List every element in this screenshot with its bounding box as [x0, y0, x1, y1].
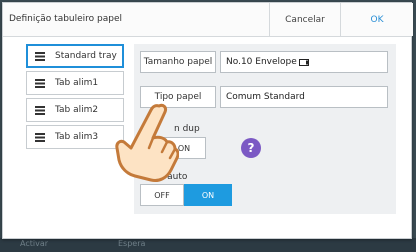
paper-size-field[interactable]: No.10 Envelope — [220, 51, 388, 73]
tray-icon — [35, 52, 45, 61]
background-text: Activar — [20, 239, 49, 248]
tray-item-label: Tab alim3 — [55, 132, 99, 142]
help-icon[interactable]: ? — [241, 138, 261, 158]
envelope-icon — [298, 58, 309, 66]
tray-item-alim1[interactable]: Tab alim1 — [26, 71, 124, 95]
paper-tray-settings-dialog: Definição tabuleiro papel Cancelar OK St… — [2, 2, 413, 239]
dialog-title: Definição tabuleiro papel — [9, 14, 123, 24]
tray-item-label: Tab alim1 — [55, 78, 99, 88]
tray-icon — [35, 106, 45, 115]
tray-item-alim2[interactable]: Tab alim2 — [26, 98, 124, 122]
tray-item-label: Standard tray — [55, 51, 117, 61]
paper-type-field[interactable]: Comum Standard — [220, 86, 388, 108]
cancel-button[interactable]: Cancelar — [269, 3, 340, 36]
tray-icon — [35, 79, 45, 88]
ok-button[interactable]: OK — [340, 3, 413, 36]
auto-select-off-option[interactable]: OFF — [140, 184, 184, 206]
tray-item-label: Tab alim2 — [55, 105, 99, 115]
tray-item-alim3[interactable]: Tab alim3 — [26, 125, 124, 149]
tray-icon — [35, 133, 45, 142]
paper-size-value: No.10 Envelope — [226, 57, 297, 67]
background-taskbar: Activar Espera — [0, 238, 416, 252]
paper-size-button[interactable]: Tamanho papel — [140, 51, 216, 73]
auto-select-toggle[interactable]: OFF ON — [140, 184, 232, 206]
dialog-header: Definição tabuleiro papel Cancelar OK — [3, 3, 413, 37]
tray-item-standard[interactable]: Standard tray — [26, 44, 124, 68]
background-text: Espera — [118, 239, 146, 248]
tray-list: Standard tray Tab alim1 Tab alim2 Tab al… — [26, 44, 124, 152]
auto-select-on-option[interactable]: ON — [184, 184, 232, 206]
pointing-hand-icon — [115, 103, 179, 182]
